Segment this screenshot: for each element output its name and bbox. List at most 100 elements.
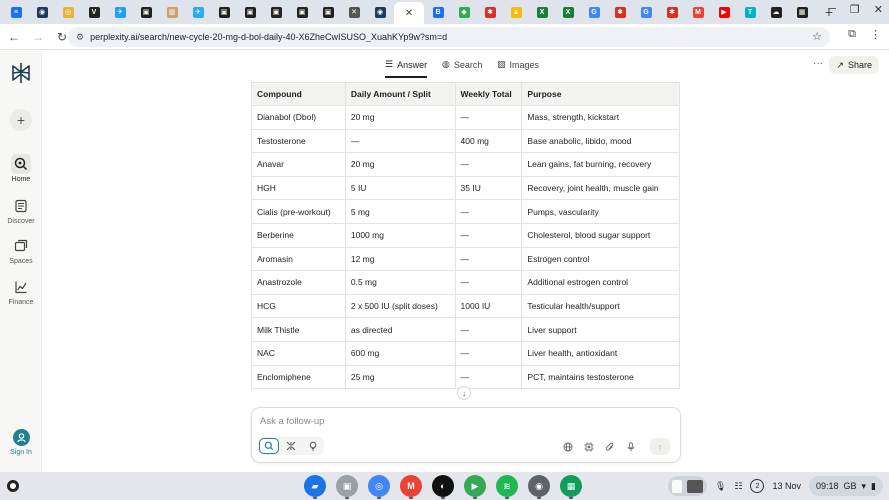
back-icon[interactable]: ← — [4, 27, 24, 47]
site-info-icon[interactable]: ⚙ — [76, 32, 84, 43]
labs-mode-button[interactable] — [303, 438, 323, 454]
browser-tab[interactable]: ▶ — [712, 2, 736, 22]
microphone-tray-icon[interactable]: 🎙 — [715, 481, 726, 492]
tab-favicon-icon: ≡ — [10, 6, 22, 18]
spotify-app-icon[interactable]: ≋ — [496, 475, 518, 499]
table-cell: 35 IU — [454, 175, 523, 201]
notes-icon[interactable]: ☷ — [734, 481, 742, 492]
table-row: Anavar 20 mg — Lean gains, fat burning, rec… — [251, 152, 680, 177]
url-text: perplexity.ai/search/new-cycle-20-mg-d-b… — [90, 32, 448, 42]
address-bar[interactable]: ⚙ perplexity.ai/search/new-cycle-20-mg-d… — [68, 27, 830, 47]
browser-tab[interactable]: ◎ — [56, 2, 80, 22]
sidebar-item-spaces[interactable]: Spaces — [0, 236, 42, 265]
browser-tab[interactable]: ✈ — [108, 2, 132, 22]
browser-tab[interactable]: ◉ — [368, 2, 392, 22]
more-options-icon[interactable]: ··· — [813, 58, 823, 69]
share-button[interactable]: ↗ Share — [829, 56, 879, 74]
app2-app-icon[interactable]: ▣ — [336, 475, 358, 499]
browser-tab[interactable]: ◆ — [452, 2, 476, 22]
table-cell: Anastrozole — [251, 270, 346, 295]
notification-count-badge[interactable]: 2 — [750, 479, 765, 493]
app8-app-icon[interactable]: ◉ — [528, 475, 550, 499]
extensions-icon[interactable]: ⧉ — [848, 28, 856, 41]
tab-images[interactable]: ▨ Images — [497, 59, 539, 70]
perplexity-logo-icon[interactable] — [9, 61, 33, 85]
browser-tab[interactable]: ✱ — [608, 2, 632, 22]
active-browser-tab[interactable]: ✕ — [394, 2, 424, 24]
browser-tab[interactable]: ☁ — [764, 2, 788, 22]
forward-icon[interactable]: → — [28, 27, 48, 47]
input-tools: ↑ — [560, 438, 670, 455]
share-arrow-icon: ↗ — [836, 59, 844, 70]
follow-up-input[interactable] — [260, 416, 560, 427]
tab-favicon-icon: T — [744, 6, 756, 18]
sidebar-item-home[interactable]: Home — [0, 154, 42, 183]
browser-tab[interactable]: X — [530, 2, 554, 22]
bookmark-star-icon[interactable]: ☆ — [812, 30, 822, 43]
sidebar-item-finance[interactable]: Finance — [0, 277, 42, 306]
tab-search[interactable]: ◍ Search — [442, 59, 482, 70]
column-header: Daily Amount / Split — [344, 82, 456, 106]
browser-tab[interactable]: V — [82, 2, 106, 22]
status-area[interactable]: 09:18 GB ▾ ▮ — [808, 476, 883, 496]
close-tab-icon[interactable]: ✕ — [405, 8, 413, 19]
browser-tab[interactable]: ✱ — [478, 2, 502, 22]
date-label[interactable]: 13 Nov — [772, 481, 801, 491]
research-mode-button[interactable] — [281, 438, 301, 454]
model-chip-icon[interactable] — [581, 439, 596, 454]
browser-tab[interactable]: ▣ — [212, 2, 236, 22]
table-row: HCG 2 x 500 IU (split doses) 1000 IU Testic… — [251, 293, 680, 319]
restore-icon[interactable]: ❐ — [850, 3, 860, 16]
browser-tab[interactable]: B — [426, 2, 450, 22]
browser-tab[interactable]: T — [738, 2, 762, 22]
table-cell: 12 mg — [344, 246, 456, 272]
app9-app-icon[interactable]: ▦ — [560, 475, 582, 499]
browser-tab[interactable]: M — [686, 2, 710, 22]
holding-space-thumbnails[interactable] — [667, 476, 707, 496]
browser-tab[interactable]: ▣ — [264, 2, 288, 22]
browser-tab[interactable]: ▥ — [160, 2, 184, 22]
sign-in-button[interactable]: Sign In — [0, 429, 42, 456]
search-mode-button[interactable] — [259, 438, 279, 454]
browser-tab[interactable]: ▲ — [504, 2, 528, 22]
play-store-app-icon[interactable]: ▶ — [464, 475, 486, 499]
browser-tab[interactable]: ≡ — [4, 2, 28, 22]
table-cell: Additional estrogen control — [521, 270, 680, 295]
minimize-icon[interactable]: ─ — [828, 3, 836, 16]
browser-tab[interactable]: ▣ — [290, 2, 314, 22]
app5-app-icon[interactable]: ◐ — [432, 475, 454, 499]
browser-tab[interactable]: ▦ — [790, 2, 814, 22]
submit-button[interactable]: ↑ — [650, 438, 670, 455]
attach-paperclip-icon[interactable] — [602, 439, 617, 454]
files-app-icon[interactable]: ▰ — [304, 475, 326, 499]
microphone-icon[interactable] — [623, 439, 638, 454]
browser-tab[interactable]: ◉ — [30, 2, 54, 22]
sidebar-item-label: Spaces — [9, 258, 33, 265]
browser-tab[interactable]: X — [556, 2, 580, 22]
finance-chart-icon — [11, 277, 31, 297]
scroll-down-button[interactable]: ↓ — [457, 386, 471, 400]
tab-answer[interactable]: ☰ Answer — [385, 59, 428, 78]
browser-tab[interactable]: ▣ — [134, 2, 158, 22]
table-cell: — — [454, 340, 523, 366]
new-thread-button[interactable]: + — [10, 109, 32, 131]
gmail-app-icon[interactable]: M — [400, 475, 422, 499]
close-window-icon[interactable]: ✕ — [874, 3, 883, 16]
table-row: Anastrozole 0.5 mg — Additional estrogen co… — [251, 270, 680, 295]
browser-tab[interactable]: ✱ — [660, 2, 684, 22]
sidebar-item-discover[interactable]: Discover — [0, 196, 42, 225]
mode-selector — [258, 437, 324, 455]
browser-tab[interactable]: ✕ — [342, 2, 366, 22]
wifi-icon: ▾ — [861, 480, 867, 491]
table-cell: — — [454, 152, 523, 177]
chrome-app-icon[interactable]: ◎ — [368, 475, 390, 499]
browser-tab[interactable]: G — [634, 2, 658, 22]
launcher-icon[interactable] — [7, 480, 19, 492]
globe-source-icon[interactable] — [560, 439, 575, 454]
browser-tab[interactable]: G — [582, 2, 606, 22]
table-cell: 20 mg — [344, 152, 456, 177]
browser-tab[interactable]: ▣ — [316, 2, 340, 22]
browser-tab[interactable]: ▣ — [238, 2, 262, 22]
browser-tab[interactable]: ✈ — [186, 2, 210, 22]
menu-kebab-icon[interactable]: ⋮ — [870, 28, 881, 41]
